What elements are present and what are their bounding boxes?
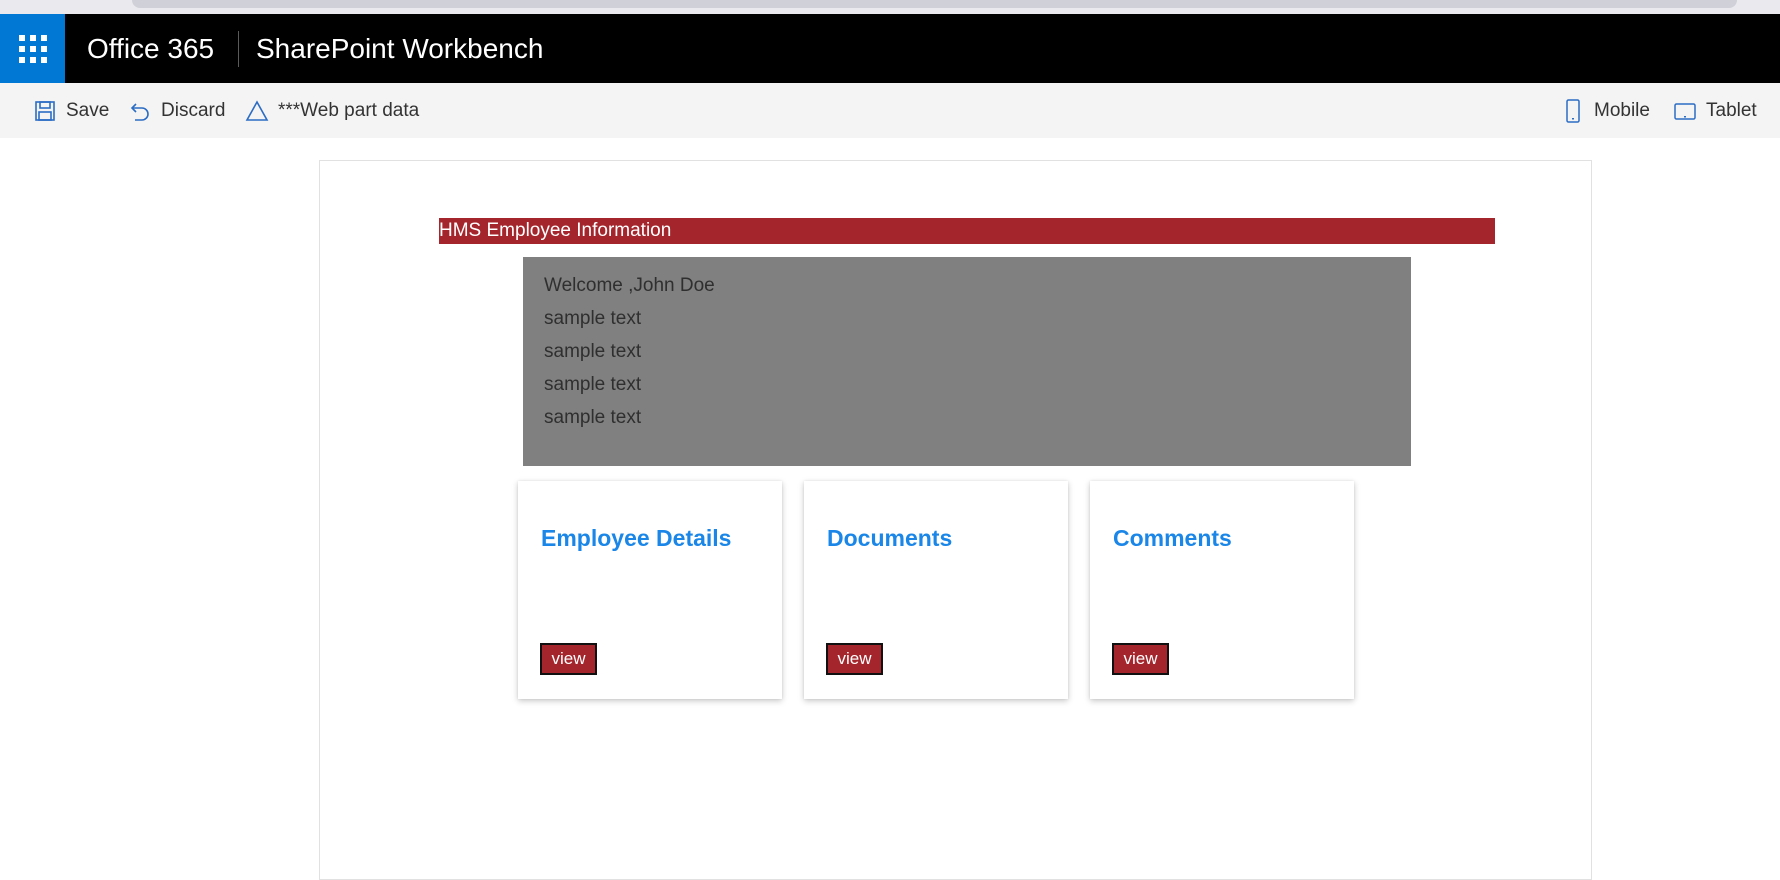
waffle-icon xyxy=(18,34,47,63)
save-icon xyxy=(32,98,58,124)
web-part-title: HMS Employee Information xyxy=(439,218,1495,244)
mobile-phone-icon xyxy=(1560,98,1586,124)
welcome-panel: Welcome ,John Doe sample text sample tex… xyxy=(523,257,1411,466)
browser-address-bar xyxy=(132,0,1737,8)
tablet-preview-button[interactable]: Tablet xyxy=(1672,83,1757,138)
sample-text-line: sample text xyxy=(544,407,642,428)
mobile-label: Mobile xyxy=(1594,99,1650,121)
app-launcher-button[interactable] xyxy=(0,14,65,83)
card-title: Comments xyxy=(1113,525,1232,551)
undo-icon xyxy=(127,98,153,124)
sample-text-line: sample text xyxy=(544,374,642,395)
sample-text-line: sample text xyxy=(544,308,642,329)
sample-text-line: sample text xyxy=(544,341,642,362)
employee-details-card: Employee Details view xyxy=(518,481,782,699)
command-bar: Save Discard ***Web part data Mobile Tab… xyxy=(0,83,1780,138)
view-documents-button[interactable]: view xyxy=(826,643,883,675)
card-title: Employee Details xyxy=(541,525,732,551)
welcome-message: Welcome ,John Doe xyxy=(544,275,715,296)
save-label: Save xyxy=(66,99,110,121)
view-employee-details-button[interactable]: view xyxy=(540,643,597,675)
triangle-icon xyxy=(244,98,270,124)
comments-card: Comments view xyxy=(1090,481,1354,699)
view-comments-button[interactable]: view xyxy=(1112,643,1169,675)
mobile-preview-button[interactable]: Mobile xyxy=(1560,83,1650,138)
card-title: Documents xyxy=(827,525,953,551)
discard-button[interactable]: Discard xyxy=(127,83,225,138)
save-button[interactable]: Save xyxy=(32,83,109,138)
web-part-data-button[interactable]: ***Web part data xyxy=(244,83,419,138)
tablet-icon xyxy=(1672,98,1698,124)
documents-card: Documents view xyxy=(804,481,1068,699)
discard-label: Discard xyxy=(161,99,226,121)
browser-chrome-strip xyxy=(0,0,1780,14)
app-title[interactable]: SharePoint Workbench xyxy=(256,14,543,83)
tablet-label: Tablet xyxy=(1706,99,1757,121)
web-part-data-label: ***Web part data xyxy=(278,99,420,121)
suite-bar: Office 365 SharePoint Workbench xyxy=(0,14,1780,83)
suite-divider xyxy=(238,31,239,67)
brand-link[interactable]: Office 365 xyxy=(87,14,214,83)
